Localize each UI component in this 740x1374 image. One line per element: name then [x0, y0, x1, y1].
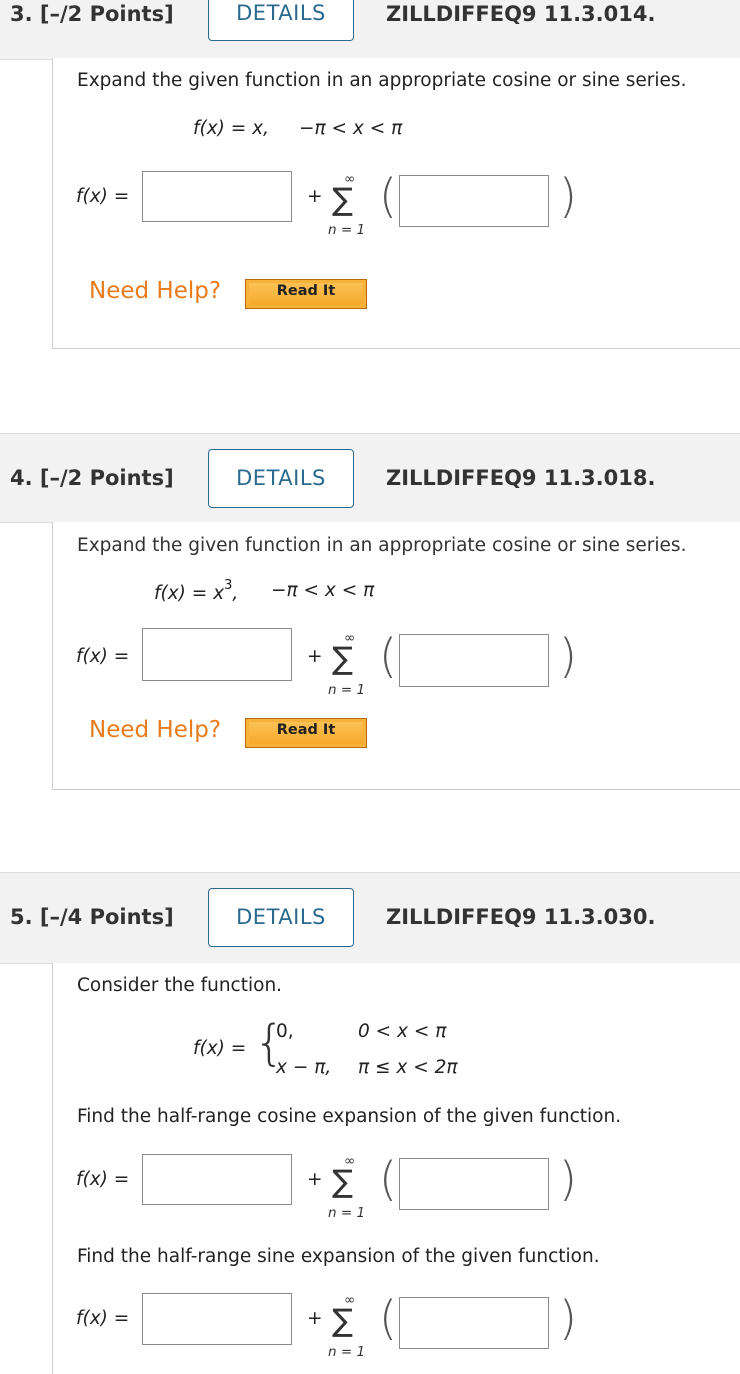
- q3-details-button[interactable]: DETAILS: [208, 0, 354, 41]
- q4-read-it-button[interactable]: Read It: [245, 718, 367, 748]
- q5-problem-code: ZILLDIFFEQ9 11.3.030.: [386, 905, 656, 929]
- q5-cosine-series-input[interactable]: [399, 1158, 549, 1210]
- q4-right-paren: ): [559, 629, 577, 683]
- q4-sum-lower-limit: n = 1: [328, 682, 366, 698]
- q5-case1-value: 0,: [276, 1021, 294, 1042]
- q4-constant-term-input[interactable]: [142, 628, 292, 681]
- q5-case1-condition: 0 < x < π: [358, 1021, 447, 1042]
- q3-header: 3. [–/2 Points] DETAILS ZILLDIFFEQ9 11.3…: [0, 0, 740, 60]
- q4-function-comma: ,: [232, 583, 239, 604]
- q5-part1-prompt: Find the half-range cosine expansion of …: [77, 1106, 622, 1127]
- q4-series-term-input[interactable]: [399, 634, 549, 687]
- q4-number: 4. [–/2 Points]: [10, 466, 174, 490]
- q4-plus-sign: +: [307, 646, 323, 667]
- q5-part2-sum-lower-limit: n = 1: [328, 1344, 366, 1360]
- q5-part2-right-paren: ): [559, 1291, 577, 1345]
- q3-sum-lower-limit: n = 1: [328, 222, 366, 238]
- q5-part2-answer-lhs: f(x) =: [76, 1308, 130, 1329]
- q3-function: f(x) = x,: [193, 118, 269, 139]
- q5-part2-sum-icon: ∑: [332, 1303, 353, 1339]
- q4-problem-code: ZILLDIFFEQ9 11.3.018.: [386, 466, 656, 490]
- q5-part1-answer-lhs: f(x) =: [76, 1169, 130, 1190]
- q3-function-range: −π < x < π: [299, 118, 403, 139]
- q5-number: 5. [–/4 Points]: [10, 905, 174, 929]
- q5-part2-prompt: Find the half-range sine expansion of th…: [77, 1246, 600, 1267]
- q3-plus-sign: +: [307, 186, 323, 207]
- q3-number: 3. [–/2 Points]: [10, 2, 174, 26]
- q4-sum-icon: ∑: [332, 641, 353, 677]
- q5-part2-plus-sign: +: [307, 1308, 323, 1329]
- q5-part1-sum-lower-limit: n = 1: [328, 1205, 366, 1221]
- q4-body: Expand the given function in an appropri…: [52, 522, 740, 790]
- q5-case2-value: x − π,: [276, 1057, 332, 1078]
- q3-sum-icon: ∑: [332, 182, 353, 218]
- q5-part1-right-paren: ): [559, 1152, 577, 1206]
- q5-part1-sum-icon: ∑: [332, 1164, 353, 1200]
- q4-function-range: −π < x < π: [271, 580, 375, 601]
- q5-part2-left-paren: (: [379, 1291, 397, 1345]
- q5-case2-condition: π ≤ x < 2π: [358, 1057, 458, 1078]
- q3-body: Expand the given function in an appropri…: [52, 58, 740, 349]
- q5-body: Consider the function. f(x) = { 0, 0 < x…: [52, 963, 740, 1374]
- q5-cosine-constant-input[interactable]: [142, 1154, 292, 1205]
- q4-details-button[interactable]: DETAILS: [208, 449, 354, 508]
- q5-part1-left-paren: (: [379, 1152, 397, 1206]
- q3-series-term-input[interactable]: [399, 175, 549, 227]
- q4-answer-lhs: f(x) =: [76, 646, 130, 667]
- q3-read-it-button[interactable]: Read It: [245, 279, 367, 309]
- q5-details-button[interactable]: DETAILS: [208, 888, 354, 947]
- q5-sine-constant-input[interactable]: [142, 1293, 292, 1345]
- q5-prompt: Consider the function.: [77, 975, 283, 996]
- q3-answer-lhs: f(x) =: [76, 186, 130, 207]
- q5-part1-plus-sign: +: [307, 1169, 323, 1190]
- q4-prompt: Expand the given function in an appropri…: [77, 535, 687, 556]
- q4-need-help-label: Need Help?: [89, 717, 222, 743]
- q5-header: 5. [–/4 Points] DETAILS ZILLDIFFEQ9 11.3…: [0, 872, 740, 964]
- q4-header: 4. [–/2 Points] DETAILS ZILLDIFFEQ9 11.3…: [0, 433, 740, 523]
- q3-left-paren: (: [379, 169, 397, 223]
- q5-function-lhs: f(x) =: [193, 1038, 247, 1059]
- q3-right-paren: ): [559, 169, 577, 223]
- q3-prompt: Expand the given function in an appropri…: [77, 70, 687, 91]
- q5-sine-series-input[interactable]: [399, 1297, 549, 1349]
- q3-constant-term-input[interactable]: [142, 171, 292, 222]
- q4-left-paren: (: [379, 629, 397, 683]
- q3-problem-code: ZILLDIFFEQ9 11.3.014.: [386, 2, 656, 26]
- q3-need-help-label: Need Help?: [89, 278, 222, 304]
- q4-function: f(x) = x3,: [154, 578, 238, 604]
- q4-function-lhs: f(x) = x: [154, 583, 225, 604]
